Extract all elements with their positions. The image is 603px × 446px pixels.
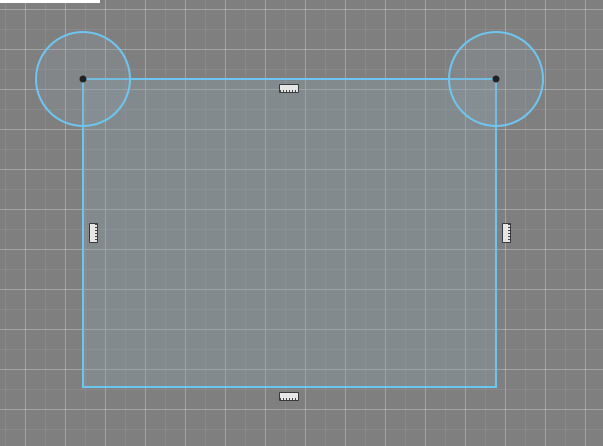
design-canvas[interactable] bbox=[0, 0, 603, 446]
top-edge-handle-icon[interactable] bbox=[279, 84, 299, 93]
left-edge-handle-icon[interactable] bbox=[89, 223, 98, 243]
selected-rectangle[interactable] bbox=[82, 78, 497, 388]
right-edge-handle-icon[interactable] bbox=[502, 223, 511, 243]
top-right-vertex-dot[interactable] bbox=[492, 75, 500, 83]
bottom-edge-handle-icon[interactable] bbox=[279, 392, 299, 401]
top-left-vertex-dot[interactable] bbox=[79, 75, 87, 83]
